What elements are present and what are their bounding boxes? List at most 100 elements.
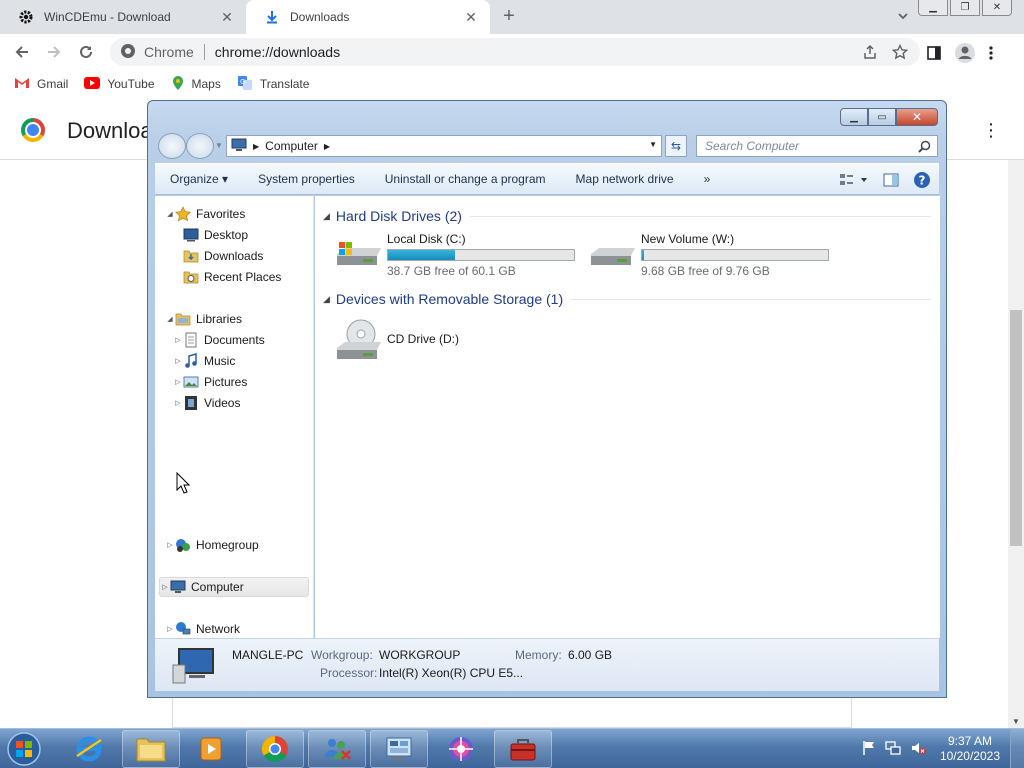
media-player-taskbar-button[interactable] <box>182 730 240 768</box>
search-input[interactable]: Search Computer <box>696 135 938 157</box>
explorer-minimize-button[interactable]: ▁ <box>840 108 868 126</box>
action-center-flag-icon[interactable] <box>862 740 876 759</box>
bookmark-maps[interactable]: Maps <box>171 75 221 94</box>
explorer-maximize-button[interactable]: ▭ <box>868 108 896 126</box>
bookmark-youtube[interactable]: YouTube <box>84 76 155 92</box>
nav-videos[interactable]: ▷ Videos <box>173 393 240 413</box>
address-dropdown-icon[interactable]: ▼ <box>649 140 657 149</box>
drive-local-disk-c[interactable]: Local Disk (C:) 38.7 GB free of 60.1 GB <box>333 232 575 278</box>
tab-wincdemu[interactable]: WinCDEmu - Download ✕ <box>0 0 246 34</box>
volume-muted-icon[interactable] <box>910 740 926 759</box>
help-icon[interactable]: ? <box>913 171 931 192</box>
nav-pictures[interactable]: ▷ Pictures <box>173 372 247 392</box>
wincdemu-taskbar-button[interactable] <box>432 730 490 768</box>
new-tab-button[interactable]: + <box>498 6 520 28</box>
more-options-icon[interactable]: ⋮ <box>982 120 1000 141</box>
back-button[interactable] <box>158 133 186 159</box>
tab-search-icon[interactable] <box>896 9 914 25</box>
drive-cd-d[interactable]: CD Drive (D:) <box>333 318 459 362</box>
chevron-right-icon[interactable]: ▶ <box>324 142 330 151</box>
expand-icon[interactable]: ▷ <box>173 357 183 365</box>
change-view-icon[interactable] <box>839 173 869 190</box>
show-desktop-button[interactable] <box>1010 729 1024 768</box>
bookmark-translate[interactable]: G Translate <box>237 75 309 94</box>
nav-documents[interactable]: ▷ Documents <box>173 330 265 350</box>
expand-icon[interactable]: ▷ <box>165 541 175 549</box>
side-panel-icon[interactable] <box>926 45 942 64</box>
nav-homegroup[interactable]: ▷ Homegroup <box>165 535 259 555</box>
organize-button[interactable]: Organize ▾ <box>155 172 243 186</box>
nav-computer[interactable]: ▷ Computer <box>159 577 309 597</box>
refresh-icon[interactable]: ⇆ <box>665 135 687 157</box>
collapse-icon[interactable]: ◢ <box>165 315 175 323</box>
nav-network[interactable]: ▷ Network <box>165 619 240 639</box>
expand-icon[interactable]: ▷ <box>165 625 175 633</box>
network-icon <box>175 621 191 637</box>
more-commands-button[interactable]: » <box>689 172 726 186</box>
expand-icon[interactable]: ▷ <box>173 336 183 344</box>
nav-recent-places[interactable]: Recent Places <box>183 267 281 287</box>
remote-app-taskbar-button[interactable] <box>308 730 366 768</box>
expand-icon[interactable]: ▷ <box>173 399 183 407</box>
profile-avatar-icon[interactable] <box>954 42 976 67</box>
expand-icon[interactable]: ▷ <box>173 378 183 386</box>
expand-icon[interactable]: ▷ <box>160 583 170 591</box>
close-icon[interactable]: ✕ <box>462 8 480 26</box>
bookmark-star-icon[interactable] <box>891 43 909 63</box>
youtube-icon <box>84 76 101 92</box>
uninstall-program-button[interactable]: Uninstall or change a program <box>370 172 561 186</box>
preview-pane-icon[interactable] <box>883 173 899 190</box>
gear-icon <box>18 9 34 25</box>
browser-toolbar: Chrome chrome://downloads <box>0 34 1024 70</box>
explorer-taskbar-button[interactable] <box>122 730 180 768</box>
nav-libraries[interactable]: ◢ Libraries <box>165 309 242 329</box>
nav-favorites[interactable]: ◢ Favorites <box>165 204 245 224</box>
share-icon[interactable] <box>862 44 878 63</box>
collapse-group-icon[interactable]: ◢ <box>323 211 330 222</box>
toolbox-taskbar-button[interactable] <box>494 730 552 768</box>
explorer-address-bar[interactable]: ▶ Computer ▶ ▼ <box>226 135 662 157</box>
bookmark-gmail[interactable]: Gmail <box>14 77 68 92</box>
tab-downloads[interactable]: Downloads ✕ <box>246 0 490 34</box>
libraries-icon <box>175 311 191 327</box>
reload-icon[interactable] <box>76 42 96 62</box>
address-bar[interactable]: Chrome chrome://downloads <box>110 38 920 66</box>
chevron-right-icon[interactable]: ▶ <box>253 142 259 151</box>
forward-arrow-icon[interactable] <box>44 42 64 62</box>
scroll-down-arrow-icon[interactable]: ▼ <box>1012 717 1020 726</box>
network-status-icon[interactable] <box>885 740 901 759</box>
search-icon[interactable] <box>918 139 931 159</box>
control-panel-taskbar-button[interactable] <box>370 730 428 768</box>
start-button[interactable] <box>2 730 46 768</box>
group-hard-disk-drives[interactable]: ◢ Hard Disk Drives (2) <box>323 208 931 224</box>
bookmarks-bar: Gmail YouTube Maps G Translate <box>0 70 1024 98</box>
nav-desktop[interactable]: Desktop <box>183 225 248 245</box>
group-removable-storage[interactable]: ◢ Devices with Removable Storage (1) <box>323 291 931 307</box>
scrollbar-thumb[interactable] <box>1010 310 1022 546</box>
internet-explorer-taskbar-button[interactable] <box>60 730 118 768</box>
collapse-group-icon[interactable]: ◢ <box>323 294 330 305</box>
close-icon[interactable]: ✕ <box>218 8 236 26</box>
address-segment[interactable]: Computer <box>265 139 318 153</box>
back-arrow-icon[interactable] <box>12 42 32 62</box>
drive-new-volume-w[interactable]: New Volume (W:) 9.68 GB free of 9.76 GB <box>587 232 829 278</box>
nav-music[interactable]: ▷ Music <box>173 351 235 371</box>
map-network-drive-button[interactable]: Map network drive <box>561 172 689 186</box>
explorer-close-button[interactable]: ✕ <box>896 108 938 126</box>
chrome-taskbar-button[interactable] <box>246 730 304 768</box>
minimize-icon[interactable]: ▁ <box>918 0 948 16</box>
restore-icon[interactable]: ❐ <box>950 0 980 16</box>
browser-menu-icon[interactable] <box>988 45 994 64</box>
drive-free-space: 9.68 GB free of 9.76 GB <box>641 264 770 278</box>
nav-downloads[interactable]: Downloads <box>183 246 263 266</box>
processor-label: Processor: <box>320 666 378 680</box>
collapse-icon[interactable]: ◢ <box>165 210 175 218</box>
close-window-icon[interactable]: ✕ <box>982 0 1012 16</box>
page-scrollbar[interactable]: ▼ <box>1008 160 1024 728</box>
system-clock[interactable]: 9:37 AM 10/20/2023 <box>940 734 1000 764</box>
forward-button[interactable] <box>186 133 214 159</box>
system-properties-button[interactable]: System properties <box>243 172 370 186</box>
explorer-window: ▁ ▭ ✕ ▼ ▶ Computer ▶ ▼ ⇆ Search Computer… <box>147 100 947 698</box>
recent-pages-dropdown-icon[interactable]: ▼ <box>215 141 223 150</box>
url-text[interactable]: chrome://downloads <box>215 44 340 60</box>
